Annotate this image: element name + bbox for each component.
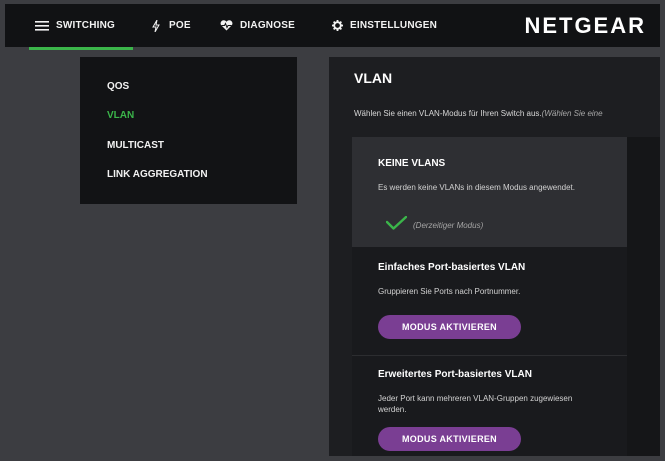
nav-switching[interactable]: SWITCHING — [35, 4, 115, 47]
panel-side-strip — [627, 137, 660, 456]
heartbeat-icon — [220, 20, 233, 31]
mode-title: Erweitertes Port-basiertes VLAN — [378, 369, 532, 380]
current-mode-label: (Derzeitiger Modus) — [413, 221, 484, 230]
mode-description: Gruppieren Sie Ports nach Portnummer. — [378, 287, 521, 296]
nav-switching-label: SWITCHING — [56, 20, 116, 31]
submenu-item-qos[interactable]: QOS — [107, 81, 129, 92]
mode-card-no-vlans: KEINE VLANS Es werden keine VLANs in die… — [352, 137, 627, 247]
checkmark-icon — [385, 215, 408, 235]
submenu-item-vlan[interactable]: VLAN — [107, 110, 134, 121]
active-nav-indicator — [29, 47, 133, 50]
menu-icon — [35, 20, 49, 31]
current-mode-indicator: (Derzeitiger Modus) — [385, 215, 484, 235]
page-title: VLAN — [354, 70, 393, 86]
activate-mode-button[interactable]: MODUS AKTIVIEREN — [378, 315, 521, 339]
mode-card-extended-port-vlan: Erweitertes Port-basiertes VLAN Jeder Po… — [352, 356, 627, 456]
nav-einstellungen[interactable]: EINSTELLUNGEN — [332, 4, 437, 47]
description-text: Wählen Sie einen VLAN-Modus für Ihren Sw… — [354, 109, 542, 118]
submenu-item-link-aggregation[interactable]: LINK AGGREGATION — [107, 169, 208, 180]
vlan-panel: VLAN Wählen Sie einen VLAN-Modus für Ihr… — [329, 57, 660, 456]
description-hint: (Wählen Sie eine — [541, 109, 603, 118]
mode-description: Jeder Port kann mehreren VLAN-Gruppen zu… — [378, 394, 573, 414]
netgear-logo: NETGEAR — [524, 13, 646, 38]
nav-diagnose-label: DIAGNOSE — [240, 20, 295, 31]
nav-diagnose[interactable]: DIAGNOSE — [220, 4, 295, 47]
mode-description: Es werden keine VLANs in diesem Modus an… — [378, 183, 575, 192]
mode-title: KEINE VLANS — [378, 158, 446, 169]
mode-card-simple-port-vlan: Einfaches Port-basiertes VLAN Gruppieren… — [352, 247, 627, 356]
vlan-mode-description: Wählen Sie einen VLAN-Modus für Ihren Sw… — [354, 109, 603, 118]
submenu-item-multicast[interactable]: MULTICAST — [107, 140, 164, 151]
switching-submenu: QOS VLAN MULTICAST LINK AGGREGATION — [80, 57, 297, 204]
nav-poe-label: POE — [169, 20, 191, 31]
bolt-icon — [152, 19, 160, 32]
activate-mode-button[interactable]: MODUS AKTIVIEREN — [378, 427, 521, 451]
nav-poe[interactable]: POE — [152, 4, 191, 47]
top-navigation-bar: SWITCHING POE DIAGNOSE EINSTELLUNGEN NET… — [5, 4, 660, 50]
mode-title: Einfaches Port-basiertes VLAN — [378, 262, 526, 273]
nav-einstellungen-label: EINSTELLUNGEN — [350, 20, 438, 31]
gear-icon — [332, 20, 343, 31]
